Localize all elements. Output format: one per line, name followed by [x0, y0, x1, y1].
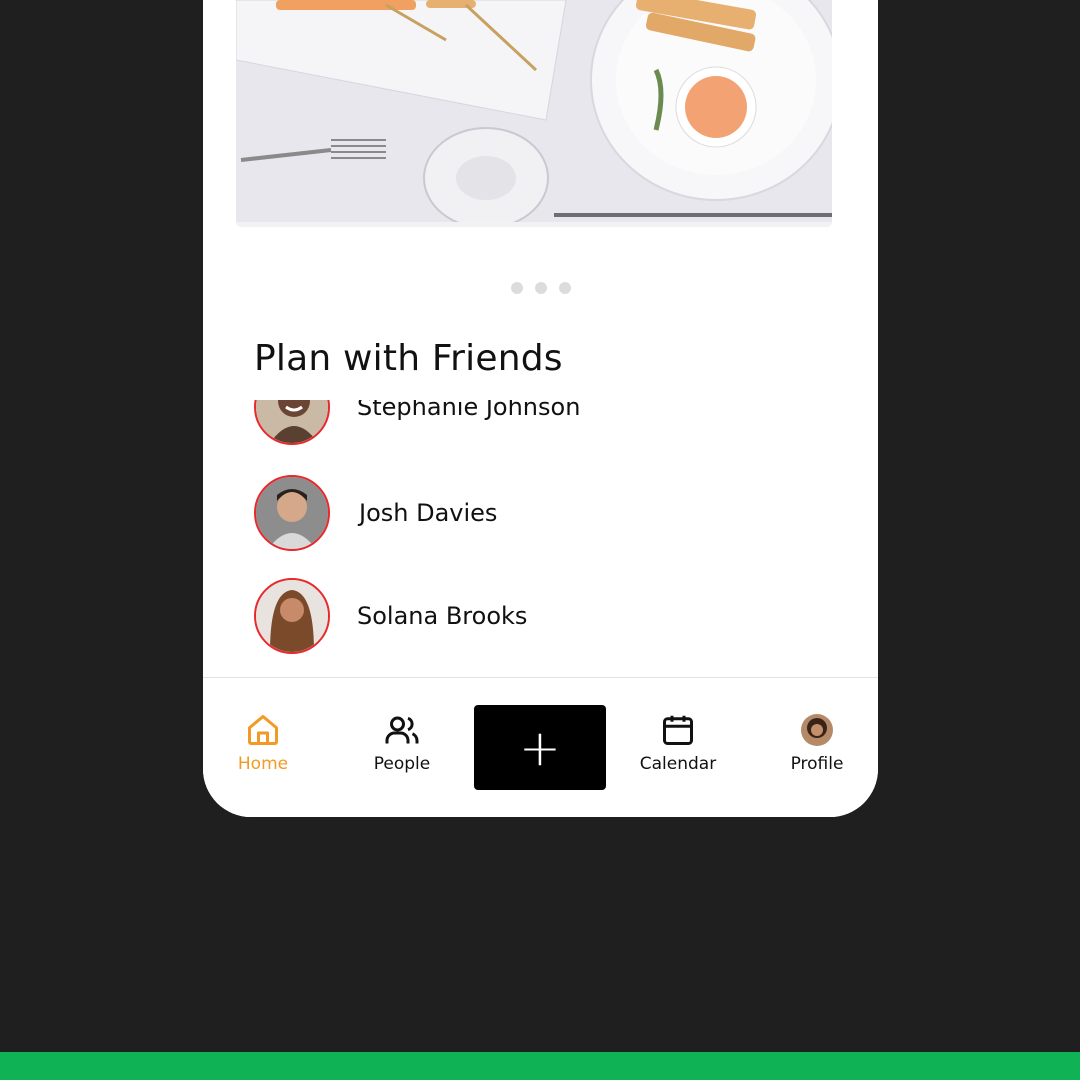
friend-row-josh[interactable]: Josh Davies	[254, 475, 497, 551]
friend-name: Josh Davies	[359, 499, 498, 527]
carousel-dot[interactable]	[510, 282, 523, 294]
friend-name: Stephanie Johnson	[357, 400, 581, 421]
bottom-nav: Home People + Calendar Profile	[203, 677, 878, 817]
food-photo	[236, 0, 832, 227]
section-title: Plan with Friends	[254, 338, 563, 379]
nav-people[interactable]: People	[342, 712, 462, 774]
avatar	[254, 400, 330, 445]
nav-home-label: Home	[237, 754, 289, 774]
carousel-dots	[203, 282, 878, 294]
friend-name: Solana Brooks	[357, 602, 528, 630]
friends-list: Stephanie Johnson Josh Davies Solana Bro…	[203, 400, 878, 668]
carousel-dot[interactable]	[558, 282, 571, 294]
nav-home[interactable]: Home	[203, 712, 323, 774]
avatar	[801, 714, 833, 746]
nav-profile[interactable]: Profile	[757, 712, 877, 774]
people-icon	[385, 716, 419, 744]
friend-row-solana[interactable]: Solana Brooks	[254, 578, 527, 654]
calendar-icon	[663, 715, 693, 745]
app-screen: Plan with Friends Stephanie Johnson Josh…	[203, 0, 878, 817]
nav-calendar-label: Calendar	[639, 754, 717, 774]
footer-bar	[0, 1052, 1080, 1080]
avatar	[254, 475, 330, 551]
nav-profile-label: Profile	[790, 754, 844, 774]
carousel-dot[interactable]	[534, 282, 547, 294]
nav-people-label: People	[373, 754, 431, 774]
plus-icon: +	[519, 718, 561, 777]
nav-calendar[interactable]: Calendar	[618, 712, 738, 774]
carousel-image[interactable]	[236, 0, 832, 227]
avatar	[254, 578, 330, 654]
add-plan-button[interactable]: +	[474, 705, 606, 790]
home-icon	[248, 715, 278, 745]
friend-row-stephanie[interactable]: Stephanie Johnson	[254, 400, 580, 445]
